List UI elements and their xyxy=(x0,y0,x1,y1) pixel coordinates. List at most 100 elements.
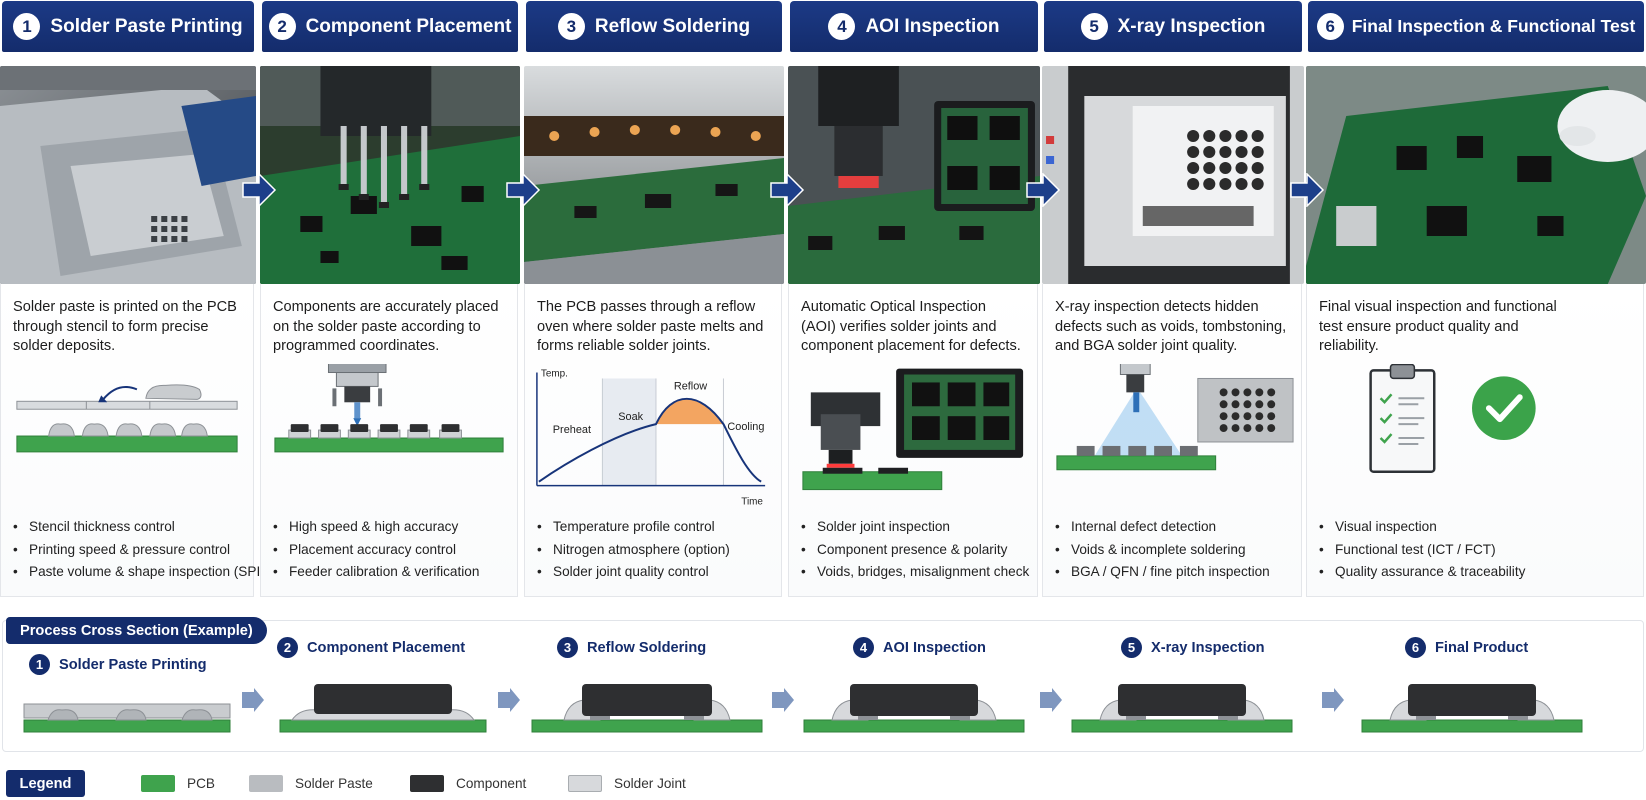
bullet-item: Visual inspection xyxy=(1319,516,1635,539)
cross-section-arrow-icon xyxy=(1040,688,1062,712)
flow-arrow-icon xyxy=(1290,173,1325,207)
step-4-number: 4 xyxy=(828,13,856,40)
step-6-description: Final visual inspection and functional t… xyxy=(1319,299,1557,354)
cross-section-arrow-icon xyxy=(772,688,794,712)
bullet-item: Solder joint quality control xyxy=(537,561,773,584)
step-2-header: 2 Component Placement xyxy=(262,1,518,52)
bullet-item: Component presence & polarity xyxy=(801,539,1029,562)
stage-number: 5 xyxy=(1121,637,1142,658)
bullet-item: Stencil thickness control xyxy=(13,516,245,539)
flow-arrow-icon xyxy=(242,173,277,207)
legend-label: PCB xyxy=(187,776,215,791)
bullet-item: Quality assurance & traceability xyxy=(1319,561,1635,584)
stage-label: Solder Paste Printing xyxy=(59,656,207,673)
cross-section-arrow-icon xyxy=(498,688,520,712)
step-2-number: 2 xyxy=(268,13,296,40)
step-5-bullets: Internal defect detection Voids & incomp… xyxy=(1055,516,1293,584)
step-6-photo xyxy=(1306,66,1646,284)
stage-label: Reflow Soldering xyxy=(587,639,707,656)
profile-x-axis-label: Time xyxy=(741,496,763,507)
zone-label-cooling: Cooling xyxy=(727,421,764,433)
bullet-item: Solder joint inspection xyxy=(801,516,1029,539)
legend-swatch xyxy=(141,775,175,792)
step-1-title: Solder Paste Printing xyxy=(50,15,243,37)
zone-label-soak: Soak xyxy=(618,411,643,423)
cross-section-drawing-1 xyxy=(23,703,231,733)
cross-section-drawing-2 xyxy=(279,684,487,733)
step-5-photo xyxy=(1042,66,1304,284)
stage-number: 3 xyxy=(557,637,578,658)
bullet-item: Feeder calibration & verification xyxy=(273,561,509,584)
legend-item-solder-joint: Solder Joint xyxy=(568,775,686,792)
cross-section-drawing-6 xyxy=(1361,684,1583,733)
step-5-number: 5 xyxy=(1080,13,1108,40)
bullet-item: Placement accuracy control xyxy=(273,539,509,562)
step-2-bullets: High speed & high accuracy Placement acc… xyxy=(273,516,509,584)
bullet-item: Functional test (ICT / FCT) xyxy=(1319,539,1635,562)
stage-label: Component Placement xyxy=(307,639,466,656)
step-5-xray-illustration xyxy=(1043,364,1301,514)
bullet-item: High speed & high accuracy xyxy=(273,516,509,539)
legend-label: Component xyxy=(456,776,527,791)
cross-section-drawing-4 xyxy=(803,684,1025,733)
step-4-title: AOI Inspection xyxy=(865,15,1000,37)
step-4-description: Automatic Optical Inspection (AOI) verif… xyxy=(801,299,1021,354)
cross-section-stage-3: 3 Reflow Soldering xyxy=(557,637,706,658)
process-steps: 1 Solder Paste Printing Solder paste is xyxy=(0,0,1646,600)
step-3-temperature-profile: Temp. Time Preheat Soak Reflow Cooling xyxy=(525,364,781,514)
step-2-description: Components are accurately placed on the … xyxy=(273,299,499,354)
legend-swatch xyxy=(568,775,602,792)
step-5-header: 5 X-ray Inspection xyxy=(1044,1,1302,52)
cross-section-stage-4: 4 AOI Inspection xyxy=(853,637,986,658)
zone-label-preheat: Preheat xyxy=(553,424,591,436)
cross-section-arrow-icon xyxy=(242,688,264,712)
step-2-title: Component Placement xyxy=(305,15,512,37)
step-1-description: Solder paste is printed on the PCB throu… xyxy=(13,299,237,354)
step-3-bullets: Temperature profile control Nitrogen atm… xyxy=(537,516,773,584)
step-5-card: X-ray inspection detects hidden defects … xyxy=(1042,284,1302,597)
step-6-number: 6 xyxy=(1316,13,1344,40)
legend-item-component: Component xyxy=(410,775,526,792)
bullet-item: Temperature profile control xyxy=(537,516,773,539)
step-6: 6 Final Inspection & Functional Test Fin… xyxy=(1306,0,1646,597)
profile-y-axis-label: Temp. xyxy=(541,368,568,379)
step-4-card: Automatic Optical Inspection (AOI) verif… xyxy=(788,284,1038,597)
bullet-item: Nitrogen atmosphere (option) xyxy=(537,539,773,562)
stage-number: 1 xyxy=(29,654,50,675)
stage-label: X-ray Inspection xyxy=(1151,639,1265,656)
flow-arrow-icon xyxy=(506,173,541,207)
step-3-header: 3 Reflow Soldering xyxy=(526,1,782,52)
bullet-item: Internal defect detection xyxy=(1055,516,1293,539)
step-3-number: 3 xyxy=(557,13,585,40)
step-1: 1 Solder Paste Printing Solder paste is xyxy=(0,0,265,597)
cross-section-stage-2: 2 Component Placement xyxy=(277,637,465,658)
stage-number: 6 xyxy=(1405,637,1426,658)
legend-label: Solder Paste xyxy=(295,776,373,791)
step-6-header: 6 Final Inspection & Functional Test xyxy=(1308,1,1644,52)
cross-section-drawing-5 xyxy=(1071,684,1293,733)
legend-item-pcb: PCB xyxy=(141,775,215,792)
step-1-stencil-illustration xyxy=(1,364,253,514)
step-2-placement-illustration xyxy=(261,364,517,514)
step-3-photo xyxy=(524,66,784,284)
bullet-item: Voids, bridges, misalignment check xyxy=(801,561,1029,584)
step-5-description: X-ray inspection detects hidden defects … xyxy=(1055,299,1287,354)
step-3-card: The PCB passes through a reflow oven whe… xyxy=(524,284,782,597)
cross-section-stage-6: 6 Final Product xyxy=(1405,637,1528,658)
step-5-title: X-ray Inspection xyxy=(1117,15,1266,37)
step-6-card: Final visual inspection and functional t… xyxy=(1306,284,1644,597)
legend-title: Legend xyxy=(6,770,85,797)
zone-label-reflow: Reflow xyxy=(674,380,707,392)
cross-section-stage-1: 1 Solder Paste Printing xyxy=(29,654,207,675)
step-2: 2 Component Placement Components are acc… xyxy=(260,0,520,597)
cross-section-title: Process Cross Section (Example) xyxy=(6,617,267,644)
legend-swatch xyxy=(410,775,444,792)
step-1-bullets: Stencil thickness control Printing speed… xyxy=(13,516,265,584)
stage-label: AOI Inspection xyxy=(883,639,986,656)
step-3: 3 Reflow Soldering The PCB passes throug… xyxy=(524,0,784,597)
step-1-card: Solder paste is printed on the PCB throu… xyxy=(0,284,265,597)
step-4-bullets: Solder joint inspection Component presen… xyxy=(801,516,1029,584)
flow-arrow-icon xyxy=(1026,173,1061,207)
flow-arrow-icon xyxy=(770,173,805,207)
step-4-aoi-illustration xyxy=(789,364,1037,514)
